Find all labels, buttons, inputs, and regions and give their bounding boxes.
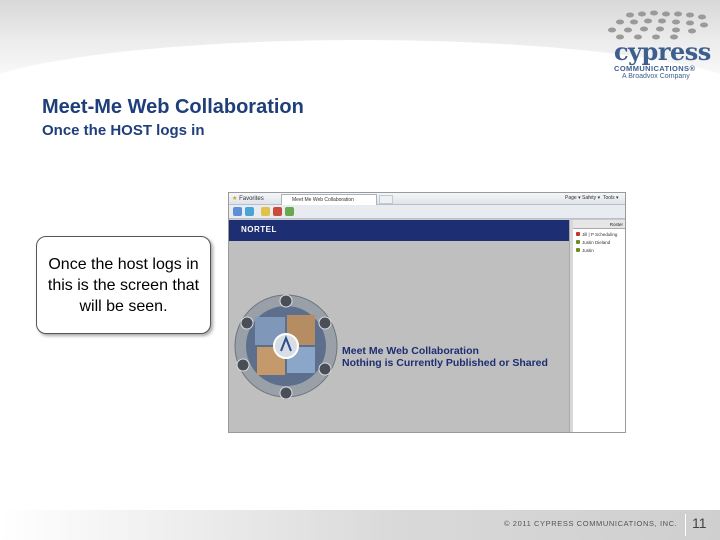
whiteboard-icon[interactable] (285, 207, 294, 216)
callout-text: Once the host logs in this is the screen… (47, 255, 200, 315)
slide-subtitle: Once the HOST logs in (42, 122, 205, 139)
browser-screenshot: ★ Favorites Meet Me Web Collaboration Pa… (228, 192, 626, 433)
tools-menu[interactable]: Tools ▾ (603, 195, 619, 201)
collaboration-wheel-graphic (234, 294, 338, 399)
roster-panel: Roster Jill | P Scheduling Justin Dielan… (573, 220, 625, 432)
nortel-logo: NORTEL (241, 225, 277, 234)
folder-icon[interactable] (261, 207, 270, 216)
roster-item[interactable]: Justin Dieland (576, 240, 610, 245)
page-number: 11 (692, 515, 707, 531)
roster-header: Roster (573, 220, 625, 229)
collaboration-status: Meet Me Web Collaboration Nothing is Cur… (342, 345, 548, 369)
callout-box: Once the host logs in this is the screen… (36, 236, 211, 334)
browser-tab-bar: ★ Favorites Meet Me Web Collaboration Pa… (229, 193, 625, 205)
safety-menu[interactable]: Safety ▾ (582, 195, 600, 201)
share-icon[interactable] (233, 207, 242, 216)
app-toolbar (229, 205, 625, 219)
favorites-link[interactable]: ★ Favorites (232, 195, 264, 202)
star-icon: ★ (232, 196, 238, 202)
nortel-header: NORTEL (229, 220, 569, 241)
roster-item[interactable]: Justin (576, 248, 594, 253)
logo-wordmark: cypress (614, 37, 711, 66)
logo-subtagline: A Broadvox Company (622, 73, 690, 80)
copyright-text: © 2011 CYPRESS COMMUNICATIONS, INC. (504, 519, 678, 528)
new-tab-button[interactable] (379, 195, 393, 204)
chat-icon[interactable] (245, 207, 254, 216)
slide-title: Meet-Me Web Collaboration (42, 96, 304, 118)
roster-item[interactable]: Jill | P Scheduling (576, 232, 617, 237)
record-icon[interactable] (273, 207, 282, 216)
collaboration-status-message: Nothing is Currently Published or Shared (342, 357, 548, 369)
browser-tab[interactable]: Meet Me Web Collaboration (281, 194, 377, 205)
logo-tagline: COMMUNICATIONS® (614, 64, 696, 73)
page-menu[interactable]: Page ▾ (565, 195, 581, 201)
collaboration-status-title: Meet Me Web Collaboration (342, 345, 479, 357)
